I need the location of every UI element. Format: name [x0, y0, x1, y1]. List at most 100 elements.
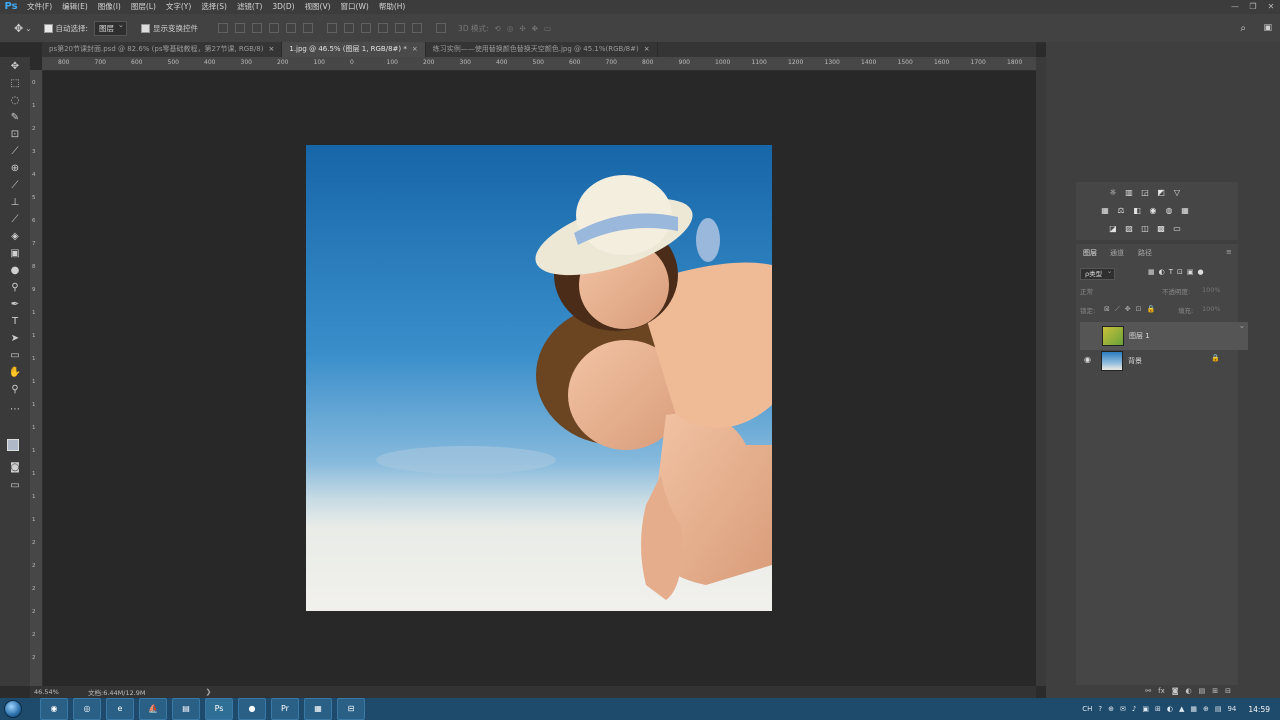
tab-document-3[interactable]: 练习实例——使用替换颜色替换天空颜色.jpg @ 45.1%(RGB/8#) ×: [426, 42, 658, 57]
tab-document-1[interactable]: ps第20节课封面.psd @ 82.6% (ps零基础教程，第27节课, RG…: [42, 42, 283, 57]
taskbar-photoshop[interactable]: Ps: [205, 698, 233, 720]
taskbar-app-4[interactable]: ⛵: [139, 698, 167, 720]
zoom-tool-icon[interactable]: ⚲: [7, 383, 23, 397]
hand-tool-icon[interactable]: ✋: [7, 366, 23, 380]
distribute-left-icon[interactable]: [378, 23, 389, 33]
distribute-right-icon[interactable]: [412, 23, 423, 33]
posterize-icon[interactable]: ▨: [1124, 224, 1134, 233]
taskbar-app-3[interactable]: e: [106, 698, 134, 720]
dodge-tool-icon[interactable]: ⚲: [7, 281, 23, 295]
layer-name[interactable]: 背景: [1128, 356, 1142, 366]
ruler-vertical[interactable]: 0 1 2 3 4 5 6 7 8 9 1 1 1 1 1 1 1 1 1 1 2 2 2 2 2 2: [30, 70, 43, 686]
blur-tool-icon[interactable]: ●: [7, 264, 23, 278]
tab-channels[interactable]: 通道: [1110, 248, 1124, 258]
tool-preset-dropdown[interactable]: ⌄: [25, 24, 31, 33]
help-icon[interactable]: ?: [1098, 705, 1102, 713]
menu-select[interactable]: 选择(S): [196, 0, 232, 14]
taskbar-premiere[interactable]: Pr: [271, 698, 299, 720]
menu-filter[interactable]: 滤镜(T): [232, 0, 267, 14]
show-transform-checkbox[interactable]: 显示变换控件: [141, 23, 198, 34]
tray-icon-d[interactable]: ⊞: [1155, 705, 1161, 713]
opacity-input[interactable]: 100%: [1202, 286, 1221, 294]
status-menu-arrow[interactable]: ❯: [206, 688, 212, 696]
add-mask-icon[interactable]: ◙: [1172, 687, 1179, 695]
black-white-icon[interactable]: ◧: [1132, 206, 1142, 215]
quick-mask-icon[interactable]: ◙: [7, 461, 23, 475]
menu-view[interactable]: 视图(V): [300, 0, 336, 14]
tab-layers[interactable]: 图层: [1083, 248, 1097, 258]
fill-input[interactable]: 100%: [1202, 305, 1221, 313]
align-right-icon[interactable]: [303, 23, 314, 33]
battery-indicator[interactable]: 94: [1227, 705, 1236, 713]
eye-icon[interactable]: ◉: [1084, 355, 1091, 364]
menu-type[interactable]: 文字(Y): [161, 0, 196, 14]
vertical-scrollbar[interactable]: [1036, 57, 1046, 686]
taskbar-app-10[interactable]: ⊟: [337, 698, 365, 720]
link-layers-icon[interactable]: ⚯: [1145, 687, 1151, 695]
tab-paths[interactable]: 路径: [1138, 248, 1152, 258]
brightness-icon[interactable]: ☼: [1108, 188, 1118, 197]
roll-3d-icon[interactable]: ◎: [507, 24, 514, 33]
close-icon[interactable]: ×: [644, 45, 650, 53]
pen-tool-icon[interactable]: ✒: [7, 298, 23, 312]
zoom-level[interactable]: 46.54%: [34, 688, 84, 696]
rotate-3d-icon[interactable]: ⟲: [495, 24, 501, 33]
align-bottom-icon[interactable]: [252, 23, 263, 33]
taskbar-app-2[interactable]: ◎: [73, 698, 101, 720]
eyedropper-tool-icon[interactable]: ⟋: [7, 145, 23, 159]
ruler-horizontal[interactable]: 800 700 600 500 400 300 200 100 0 100 200 300 400 500…: [42, 57, 1036, 71]
auto-select-checkbox[interactable]: 自动选择:: [43, 23, 88, 34]
taskbar-app-9[interactable]: ▦: [304, 698, 332, 720]
foreground-color-swatch[interactable]: [7, 439, 19, 451]
auto-select-target-dropdown[interactable]: 图层: [94, 20, 128, 36]
panel-menu-icon[interactable]: ≡: [1226, 248, 1232, 256]
align-vcenter-icon[interactable]: [235, 23, 246, 33]
minimize-button[interactable]: —: [1226, 0, 1244, 13]
input-language-indicator[interactable]: CH: [1082, 705, 1092, 713]
menu-edit[interactable]: 编辑(E): [57, 0, 93, 14]
distribute-top-icon[interactable]: [327, 23, 338, 33]
move-tool-icon[interactable]: ✥: [14, 22, 23, 35]
new-group-icon[interactable]: ▤: [1199, 687, 1206, 695]
auto-align-icon[interactable]: [436, 23, 447, 33]
workspace-icon[interactable]: ▣: [1263, 23, 1272, 33]
tray-icon-f[interactable]: ▲: [1179, 705, 1184, 713]
distribute-hcenter-icon[interactable]: [395, 23, 406, 33]
distribute-vcenter-icon[interactable]: [344, 23, 355, 33]
menu-3d[interactable]: 3D(D): [267, 0, 299, 14]
lock-icons[interactable]: ⊠⟋✥⊡🔒: [1104, 305, 1160, 314]
align-hcenter-icon[interactable]: [286, 23, 297, 33]
hue-saturation-icon[interactable]: ▦: [1100, 206, 1110, 215]
exposure-icon[interactable]: ◩: [1156, 188, 1166, 197]
align-top-icon[interactable]: [218, 23, 229, 33]
selective-color-icon[interactable]: ▭: [1172, 224, 1182, 233]
invert-icon[interactable]: ◪: [1108, 224, 1118, 233]
layer-style-icon[interactable]: fx: [1158, 687, 1165, 695]
scale-3d-icon[interactable]: ▭: [544, 24, 551, 33]
tab-document-2[interactable]: 1.jpg @ 46.5% (图层 1, RGB/8#) * ×: [282, 42, 426, 57]
crop-tool-icon[interactable]: ⊡: [7, 128, 23, 142]
layer-name[interactable]: 图层 1: [1129, 331, 1150, 341]
filter-icons[interactable]: ▦◐T⊡▣●: [1148, 268, 1208, 276]
clone-stamp-tool-icon[interactable]: ⊥: [7, 196, 23, 210]
align-left-icon[interactable]: [269, 23, 280, 33]
tray-icon-a[interactable]: ⊕: [1108, 705, 1114, 713]
taskbar-app-7[interactable]: ●: [238, 698, 266, 720]
restore-button[interactable]: ❐: [1244, 0, 1262, 13]
new-layer-icon[interactable]: ⊞: [1212, 687, 1218, 695]
threshold-icon[interactable]: ◫: [1140, 224, 1150, 233]
system-clock[interactable]: 14:59: [1248, 705, 1270, 714]
tray-icon-i[interactable]: ▤: [1215, 705, 1222, 713]
slide-3d-icon[interactable]: ✥: [532, 24, 538, 33]
curves-icon[interactable]: ◲: [1140, 188, 1150, 197]
levels-icon[interactable]: ▥: [1124, 188, 1134, 197]
volume-icon[interactable]: ♪: [1132, 705, 1136, 713]
channel-mixer-icon[interactable]: ◍: [1164, 206, 1174, 215]
new-adjustment-layer-icon[interactable]: ◐: [1186, 687, 1192, 695]
marquee-tool-icon[interactable]: ⬚: [7, 77, 23, 91]
close-button[interactable]: ✕: [1262, 0, 1280, 13]
gradient-map-icon[interactable]: ▩: [1156, 224, 1166, 233]
search-icon[interactable]: ⌕: [1240, 23, 1246, 34]
tray-icon-h[interactable]: ⊕: [1203, 705, 1209, 713]
brush-tool-icon[interactable]: ⟋: [7, 179, 23, 193]
